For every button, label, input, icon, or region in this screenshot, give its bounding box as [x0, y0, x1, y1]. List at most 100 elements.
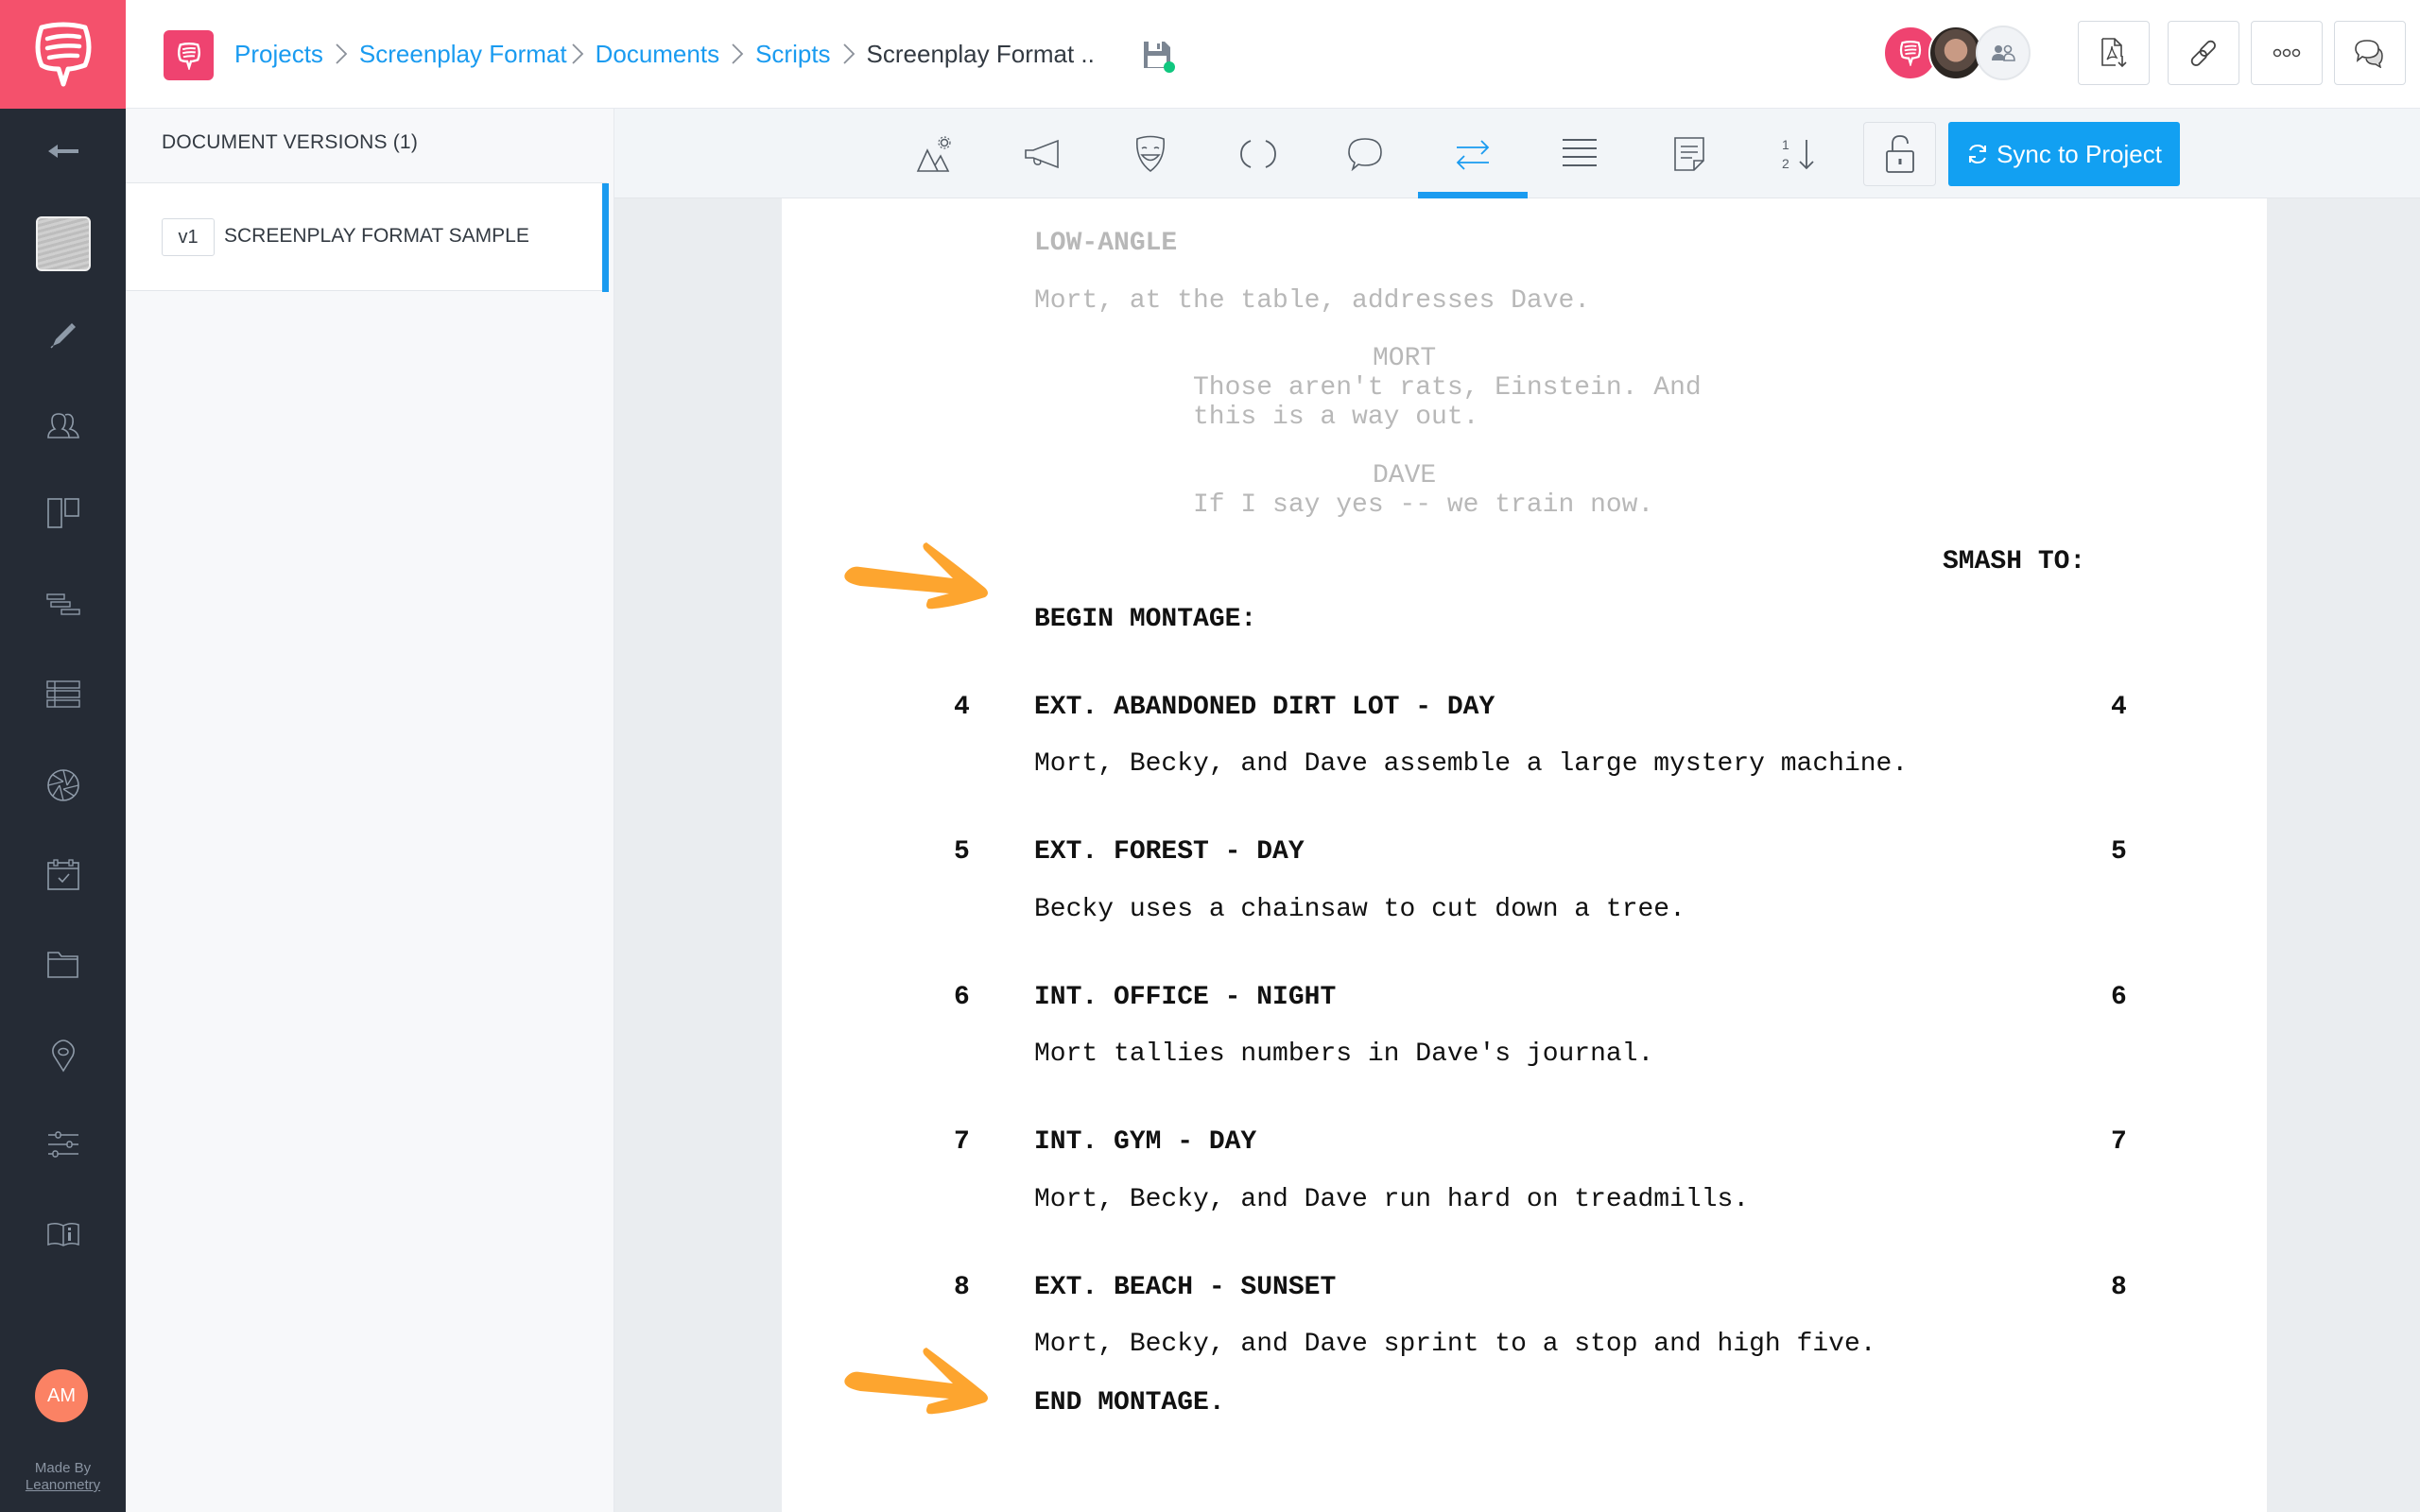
selected-indicator [602, 183, 609, 292]
team-members-button[interactable] [1976, 26, 2031, 80]
location-icon [51, 1040, 75, 1073]
general-text-icon [1563, 138, 1597, 166]
tool-character[interactable] [1098, 109, 1202, 198]
note-page-icon [1674, 136, 1704, 171]
versions-panel-title: DOCUMENT VERSIONS (1) [162, 131, 419, 153]
script-element-toolbar: 1 2 Sync to Project [614, 109, 2420, 198]
rail-files[interactable] [0, 932, 126, 998]
rail-locations[interactable] [0, 1022, 126, 1089]
rail-timeline[interactable] [0, 572, 126, 638]
action-line[interactable]: Becky uses a chainsaw to cut down a tree… [1034, 895, 1685, 925]
scene-numbering-icon: 1 2 [1782, 137, 1814, 171]
rail-characters[interactable] [0, 392, 126, 458]
pdf-export-icon [2101, 38, 2127, 68]
lock-toggle-button[interactable] [1863, 122, 1936, 186]
list-icon [45, 680, 80, 708]
sync-icon [1969, 144, 1987, 164]
sync-to-project-button[interactable]: Sync to Project [1948, 122, 2180, 186]
save-status-icon[interactable] [1142, 40, 1175, 73]
svg-text:1: 1 [1782, 137, 1789, 152]
rail-settings[interactable] [0, 1111, 126, 1177]
export-pdf-button[interactable] [2078, 21, 2150, 85]
guide-book-icon [46, 1222, 79, 1246]
dialogue-line[interactable]: If I say yes -- we train now. [1193, 490, 1653, 521]
chevron-right-icon [842, 42, 856, 66]
made-by-credit: Made By Leanometry [0, 1460, 126, 1494]
tool-parenthetical[interactable] [1206, 109, 1310, 198]
action-line[interactable]: Mort, at the table, addresses Dave. [1034, 286, 1590, 317]
comments-button[interactable] [2334, 21, 2406, 85]
dialogue-line[interactable]: this is a way out. [1193, 403, 1478, 433]
scene-heading[interactable]: EXT. BEACH - SUNSET [1034, 1273, 1336, 1303]
montage-end-line[interactable]: END MONTAGE. [1034, 1388, 1225, 1418]
pencil-icon [49, 323, 76, 349]
top-bar: Projects Screenplay Format Documents Scr… [0, 0, 2420, 109]
breadcrumb-screenplay-format[interactable]: Screenplay Format [359, 40, 567, 69]
character-name[interactable]: DAVE [1373, 461, 1436, 491]
action-line[interactable]: Mort, Becky, and Dave assemble a large m… [1034, 749, 1908, 780]
version-name: SCREENPLAY FORMAT SAMPLE [224, 225, 529, 247]
scene-heading[interactable]: EXT. FOREST - DAY [1034, 837, 1305, 868]
tool-scene-heading[interactable] [884, 109, 988, 198]
dialogue-line[interactable]: Those aren't rats, Einstein. And [1193, 373, 1702, 404]
montage-start-line[interactable]: BEGIN MONTAGE: [1034, 605, 1256, 635]
share-link-button[interactable] [2168, 21, 2239, 85]
rail-guide[interactable] [0, 1201, 126, 1267]
tool-transition[interactable] [1418, 109, 1528, 198]
script-page[interactable]: LOW-ANGLE Mort, at the table, addresses … [782, 198, 2267, 1512]
rail-calendar[interactable] [0, 842, 126, 908]
scene-number-left: 8 [954, 1273, 970, 1302]
team-icon [1992, 44, 2015, 61]
scene-heading[interactable]: INT. GYM - DAY [1034, 1127, 1256, 1158]
scene-number-left: 5 [954, 837, 970, 867]
breadcrumb-projects[interactable]: Projects [234, 40, 323, 69]
tool-scene-numbering[interactable]: 1 2 [1747, 109, 1851, 198]
action-line[interactable]: Mort, Becky, and Dave run hard on treadm… [1034, 1185, 1749, 1215]
annotation-arrow-icon [844, 542, 988, 610]
breadcrumb-documents[interactable]: Documents [596, 40, 720, 69]
settings-sliders-icon [47, 1131, 78, 1158]
more-options-button[interactable] [2251, 21, 2323, 85]
project-app-icon[interactable] [164, 30, 214, 80]
dialogue-bubble-icon [1348, 137, 1382, 171]
version-list-item[interactable]: v1 SCREENPLAY FORMAT SAMPLE [126, 182, 609, 292]
user-avatar[interactable]: AM [35, 1369, 88, 1422]
more-icon [2273, 48, 2301, 58]
chevron-right-icon [335, 42, 348, 66]
scene-number-right: 4 [2111, 693, 2127, 722]
action-line[interactable]: Mort, Becky, and Dave sprint to a stop a… [1034, 1330, 1876, 1360]
chevron-right-icon [731, 42, 744, 66]
tool-action[interactable] [992, 109, 1096, 198]
character-name[interactable]: MORT [1373, 344, 1436, 374]
action-megaphone-icon [1025, 139, 1059, 168]
rail-board[interactable] [0, 480, 126, 546]
app-logo[interactable] [0, 0, 126, 109]
rail-back[interactable] [0, 118, 126, 184]
sync-button-label: Sync to Project [1996, 139, 2162, 168]
scene-heading[interactable]: INT. OFFICE - NIGHT [1034, 983, 1336, 1013]
rail-list[interactable] [0, 662, 126, 728]
action-line[interactable]: Mort tallies numbers in Dave's journal. [1034, 1040, 1653, 1070]
left-navigation-rail: AM Made By Leanometry [0, 109, 126, 1512]
breadcrumb-current-document: Screenplay Format .. [866, 39, 1095, 68]
transition-line[interactable]: SMASH TO: [1943, 547, 2085, 577]
tool-dialogue[interactable] [1313, 109, 1417, 198]
tool-general[interactable] [1528, 109, 1632, 198]
scene-number-right: 7 [2111, 1127, 2127, 1157]
folder-icon [46, 952, 78, 978]
scene-heading[interactable]: EXT. ABANDONED DIRT LOT - DAY [1034, 693, 1495, 723]
timeline-icon [45, 593, 80, 615]
breadcrumb-scripts[interactable]: Scripts [755, 40, 830, 69]
rail-write[interactable] [0, 302, 126, 369]
link-icon [2190, 40, 2216, 66]
back-arrow-icon [47, 145, 78, 158]
speech-bubble-logo-icon [35, 22, 91, 86]
shot-line[interactable]: LOW-ANGLE [1034, 229, 1177, 259]
rail-document-thumbnail[interactable] [0, 211, 126, 277]
made-by-brand-link[interactable]: Leanometry [0, 1477, 126, 1494]
tool-shot[interactable] [1637, 109, 1741, 198]
rail-shots[interactable] [0, 752, 126, 818]
svg-text:2: 2 [1782, 156, 1789, 171]
scene-heading-icon [916, 135, 951, 172]
scene-number-left: 6 [954, 983, 970, 1012]
